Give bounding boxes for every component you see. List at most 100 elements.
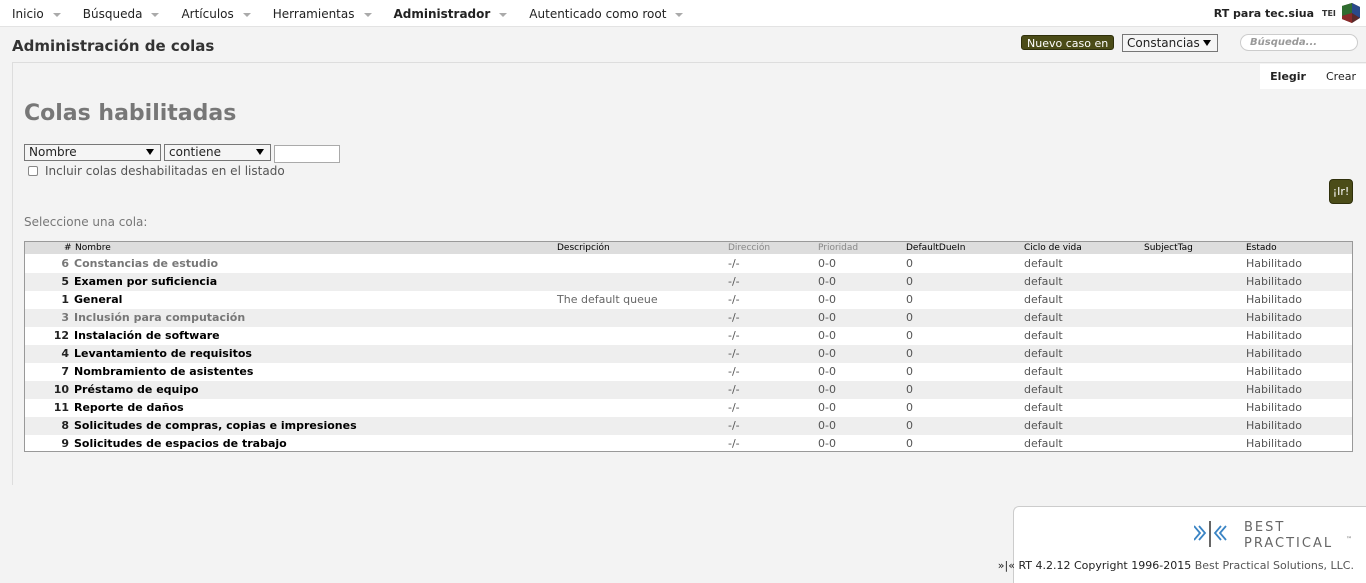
nav-item-3[interactable]: Herramientas [273, 7, 372, 21]
filter-field-select[interactable]: Nombre [24, 144, 161, 161]
cell-due: 0 [906, 401, 913, 414]
column-header-priority[interactable]: Prioridad [818, 242, 858, 254]
cell-name[interactable]: Solicitudes de compras, copias e impresi… [74, 417, 357, 435]
page-title: Administración de colas [12, 37, 215, 55]
nav-item-label: Artículos [181, 6, 234, 21]
footer: BEST PRACTICAL ™ »|« RT 4.2.12 Copyright… [998, 506, 1366, 583]
cell-name[interactable]: Inclusión para computación [74, 309, 245, 327]
cell-life: default [1024, 329, 1063, 342]
column-header-status[interactable]: Estado [1246, 242, 1277, 254]
cell-due: 0 [906, 329, 913, 342]
nav-item-5[interactable]: Autenticado como root [529, 6, 684, 21]
queue-select[interactable]: Constancias [1122, 34, 1218, 52]
cell-due: 0 [906, 365, 913, 378]
table-row[interactable]: 3 Inclusión para computación -/- 0-0 0 defaul… [25, 309, 1352, 327]
cell-name[interactable]: Solicitudes de espacios de trabajo [74, 435, 287, 453]
cell-id[interactable]: 3 [25, 309, 69, 327]
cell-prio: 0-0 [818, 329, 836, 342]
cell-id[interactable]: 5 [25, 273, 69, 291]
section-title: Colas habilitadas [24, 101, 237, 126]
cell-id[interactable]: 6 [25, 255, 69, 273]
column-header-default-due-in[interactable]: DefaultDueIn [906, 242, 965, 254]
chevron-down-icon [363, 12, 372, 17]
table-row[interactable]: 1 General The default queue -/- 0-0 0 default H… [25, 291, 1352, 309]
cell-id[interactable]: 4 [25, 345, 69, 363]
cell-id[interactable]: 8 [25, 417, 69, 435]
cell-addr: -/- [728, 347, 740, 360]
cell-status: Habilitado [1246, 419, 1302, 432]
cell-name[interactable]: General [74, 291, 122, 309]
nav-item-2[interactable]: Artículos [181, 6, 251, 21]
tei-logo-icon: TEI [1322, 3, 1360, 23]
cell-addr: -/- [728, 293, 740, 306]
nav-item-4[interactable]: Administrador [394, 7, 508, 21]
table-row[interactable]: 9 Solicitudes de espacios de trabajo -/- 0-… [25, 435, 1352, 453]
cell-status: Habilitado [1246, 293, 1302, 306]
cell-due: 0 [906, 311, 913, 324]
tab-1[interactable]: Crear [1316, 70, 1366, 83]
column-header-lifecycle[interactable]: Ciclo de vida [1024, 242, 1082, 254]
column-header-description[interactable]: Descripción [557, 242, 610, 254]
cell-life: default [1024, 311, 1063, 324]
table-row[interactable]: 8 Solicitudes de compras, copias e impres… [25, 417, 1352, 435]
column-header-id[interactable]: # [64, 242, 72, 254]
cell-prio: 0-0 [818, 437, 836, 450]
cell-prio: 0-0 [818, 293, 836, 306]
cell-name[interactable]: Préstamo de equipo [74, 381, 199, 399]
cell-name[interactable]: Instalación de software [74, 327, 220, 345]
cell-due: 0 [906, 257, 913, 270]
choose-queue-label: Seleccione una cola: [24, 215, 148, 229]
dropdown-arrow-icon [146, 149, 154, 155]
nav-item-0[interactable]: Inicio [12, 7, 61, 21]
cell-name[interactable]: Reporte de daños [74, 399, 184, 417]
cell-addr: -/- [728, 383, 740, 396]
cell-id[interactable]: 11 [25, 399, 69, 417]
cell-addr: -/- [728, 401, 740, 414]
cell-id[interactable]: 7 [25, 363, 69, 381]
logo-line1: BEST [1244, 520, 1285, 535]
cell-due: 0 [906, 437, 913, 450]
copyright-text: »|« RT 4.2.12 Copyright 1996-2015 [997, 559, 1192, 572]
table-row[interactable]: 10 Préstamo de equipo -/- 0-0 0 default Habili… [25, 381, 1352, 399]
search-input[interactable]: Búsqueda... [1240, 34, 1358, 51]
column-header-name[interactable]: Nombre [75, 242, 111, 254]
cell-status: Habilitado [1246, 365, 1302, 378]
cell-status: Habilitado [1246, 401, 1302, 414]
site-name: RT para tec.siua [1213, 7, 1314, 20]
queues-table: # Nombre Descripción Dirección Prioridad… [24, 241, 1353, 452]
cell-id[interactable]: 10 [25, 381, 69, 399]
table-row[interactable]: 4 Levantamiento de requisitos -/- 0-0 0 defau… [25, 345, 1352, 363]
tab-0[interactable]: Elegir [1260, 70, 1316, 83]
new-case-button[interactable]: Nuevo caso en [1021, 35, 1115, 50]
cell-name[interactable]: Constancias de estudio [74, 255, 218, 273]
nav-item-label: Autenticado como root [529, 6, 667, 21]
cell-name[interactable]: Nombramiento de asistentes [74, 363, 253, 381]
copyright-link[interactable]: Best Practical Solutions, LLC. [1195, 559, 1354, 572]
top-navigation: Inicio Búsqueda Artículos Herramientas Admin… [0, 0, 1366, 27]
cell-id[interactable]: 12 [25, 327, 69, 345]
cell-due: 0 [906, 347, 913, 360]
include-disabled-checkbox[interactable] [28, 166, 38, 176]
filter-value-input[interactable] [274, 145, 340, 163]
go-button[interactable]: ¡Ir! [1329, 179, 1353, 204]
cell-status: Habilitado [1246, 275, 1302, 288]
cell-name[interactable]: Levantamiento de requisitos [74, 345, 252, 363]
table-row[interactable]: 12 Instalación de software -/- 0-0 0 default H… [25, 327, 1352, 345]
table-row[interactable]: 11 Reporte de daños -/- 0-0 0 default Habilita… [25, 399, 1352, 417]
cell-due: 0 [906, 419, 913, 432]
table-row[interactable]: 5 Examen por suficiencia -/- 0-0 0 default Hab… [25, 273, 1352, 291]
filter-operator-value: contiene [169, 145, 221, 159]
cell-id[interactable]: 1 [25, 291, 69, 309]
column-header-subject-tag[interactable]: SubjectTag [1144, 242, 1193, 254]
filter-operator-select[interactable]: contiene [164, 144, 271, 161]
chevron-down-icon [242, 12, 251, 17]
dropdown-arrow-icon [256, 149, 264, 155]
cell-name[interactable]: Examen por suficiencia [74, 273, 217, 291]
table-row[interactable]: 7 Nombramiento de asistentes -/- 0-0 0 defaul… [25, 363, 1352, 381]
cell-id[interactable]: 9 [25, 435, 69, 453]
nav-item-1[interactable]: Búsqueda [83, 7, 160, 21]
cell-status: Habilitado [1246, 437, 1302, 450]
column-header-address[interactable]: Dirección [728, 242, 770, 254]
main-menu: Inicio Búsqueda Artículos Herramientas Admin… [12, 0, 705, 27]
table-row[interactable]: 6 Constancias de estudio -/- 0-0 0 default Hab… [25, 255, 1352, 273]
